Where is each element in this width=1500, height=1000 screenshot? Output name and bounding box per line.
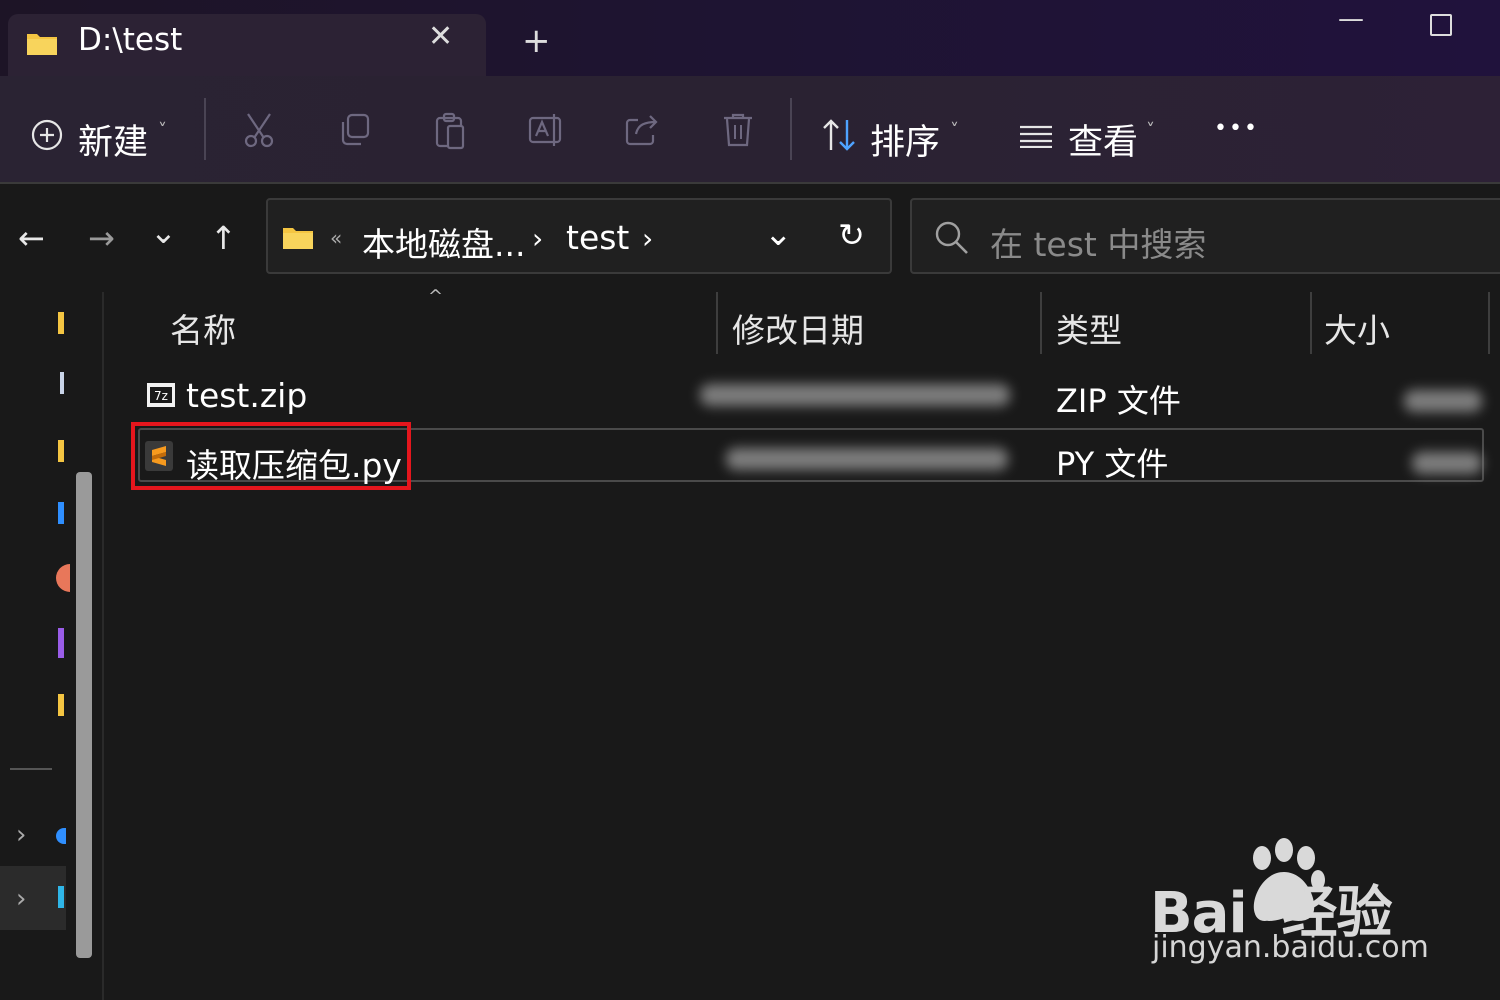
share-icon[interactable]	[624, 112, 660, 146]
new-button[interactable]: 新建	[78, 114, 148, 165]
column-separator[interactable]	[1488, 292, 1490, 354]
nav-pane-item[interactable]	[60, 372, 64, 394]
new-dropdown-caret[interactable]: ˅	[158, 120, 167, 141]
expand-chevron-icon[interactable]: ›	[16, 886, 26, 912]
column-header-name[interactable]: 名称	[170, 304, 236, 352]
zip-file-icon: 7z	[147, 383, 175, 407]
breadcrumb-separator[interactable]: ›	[642, 222, 653, 255]
sort-dropdown-caret[interactable]: ˅	[950, 120, 959, 141]
forward-button[interactable]: →	[88, 222, 115, 254]
redacted-file-size	[1404, 390, 1482, 412]
column-separator[interactable]	[1310, 292, 1312, 354]
sort-icon[interactable]	[822, 118, 858, 152]
toolbar-separator	[790, 98, 792, 160]
nav-pane-item[interactable]	[56, 564, 70, 592]
cut-icon[interactable]	[242, 112, 276, 148]
breadcrumb-segment[interactable]: 本地磁盘...	[362, 218, 525, 266]
nav-pane-item[interactable]	[56, 828, 66, 844]
up-button[interactable]: ↑	[210, 222, 237, 254]
view-icon[interactable]	[1018, 124, 1054, 148]
file-name[interactable]: test.zip	[186, 376, 307, 415]
breadcrumb-separator[interactable]: ›	[532, 222, 543, 255]
toolbar-separator	[204, 98, 206, 160]
new-tab-button[interactable]: +	[522, 24, 551, 58]
rename-icon[interactable]	[528, 112, 566, 148]
svg-text:7z: 7z	[154, 389, 168, 403]
maximize-button[interactable]	[1430, 14, 1452, 36]
redacted-file-size	[1412, 452, 1482, 474]
view-button[interactable]: 查看	[1068, 114, 1138, 165]
file-type: ZIP 文件	[1056, 382, 1181, 420]
column-separator[interactable]	[1040, 292, 1042, 354]
nav-pane-separator	[10, 768, 52, 770]
expand-chevron-icon[interactable]: ›	[16, 822, 26, 848]
nav-pane-divider[interactable]	[102, 292, 104, 1000]
watermark-url: jingyan.baidu.com	[1152, 930, 1429, 965]
plus-circle-icon[interactable]	[30, 118, 64, 152]
nav-pane-item[interactable]	[58, 312, 64, 334]
nav-pane-item[interactable]	[58, 628, 64, 658]
nav-pane-item[interactable]	[58, 502, 64, 524]
delete-icon[interactable]	[722, 112, 754, 148]
breadcrumb-segment[interactable]: test	[566, 218, 629, 257]
file-type: PY 文件	[1056, 445, 1169, 483]
redacted-modified-date	[700, 384, 1010, 406]
refresh-icon[interactable]: ↻	[838, 216, 865, 254]
nav-pane-item[interactable]	[58, 886, 64, 908]
nav-pane-item-selected[interactable]	[0, 866, 66, 930]
copy-icon[interactable]	[338, 112, 372, 148]
annotation-highlight-box	[131, 422, 411, 490]
search-input[interactable]: 在 test 中搜索	[990, 218, 1206, 266]
column-header-modified[interactable]: 修改日期	[732, 304, 864, 352]
more-options-button[interactable]: •••	[1214, 116, 1259, 141]
search-icon	[935, 221, 968, 254]
nav-pane-item[interactable]	[58, 694, 64, 716]
column-header-size[interactable]: 大小	[1324, 304, 1390, 352]
address-dropdown-icon[interactable]: ⌄	[764, 214, 793, 254]
back-button[interactable]: ←	[18, 222, 45, 254]
column-header-type[interactable]: 类型	[1056, 304, 1122, 352]
folder-icon	[283, 228, 313, 249]
nav-pane-item[interactable]	[58, 440, 64, 462]
folder-icon	[27, 34, 57, 55]
sort-button[interactable]: 排序	[870, 114, 940, 165]
minimize-button[interactable]: —	[1338, 6, 1364, 32]
breadcrumb-overflow[interactable]: «	[330, 226, 342, 250]
paste-icon[interactable]	[433, 112, 467, 150]
recent-locations-button[interactable]: ⌄	[150, 216, 177, 248]
nav-pane-scrollbar[interactable]	[76, 472, 92, 958]
view-dropdown-caret[interactable]: ˅	[1146, 120, 1155, 141]
tab-title: D:\test	[78, 22, 183, 58]
command-bar-border	[0, 182, 1500, 184]
close-tab-icon[interactable]: ✕	[428, 22, 453, 52]
redacted-modified-date	[726, 448, 1008, 470]
sort-indicator-icon: ^	[428, 286, 444, 307]
column-separator[interactable]	[716, 292, 718, 354]
